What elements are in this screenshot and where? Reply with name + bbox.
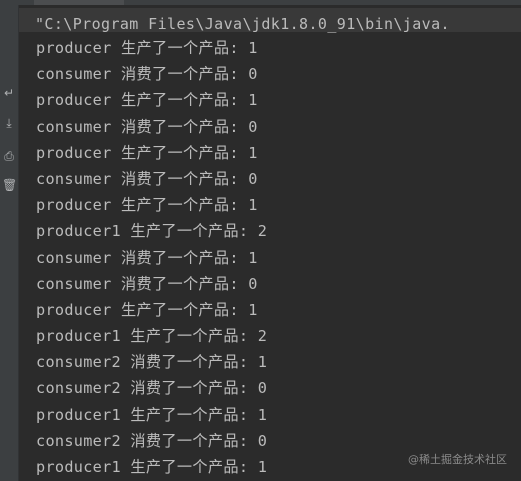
- console-line: producer 生产了一个产品: 1: [36, 39, 258, 57]
- console-line: consumer2 消费了一个产品: 0: [36, 431, 268, 450]
- command-line-row: "C:\Program Files\Java\jdk1.8.0_91\bin\j…: [19, 8, 521, 33]
- console-toolbar: ↵ ⤓ ⎙ 🗑: [0, 5, 19, 481]
- console-line: consumer 消费了一个产品: 1: [36, 248, 258, 267]
- soft-wrap-icon[interactable]: ↵: [2, 85, 16, 101]
- clear-icon[interactable]: 🗑: [2, 177, 17, 193]
- print-icon[interactable]: ⎙: [2, 148, 16, 164]
- output-lines: producer 生产了一个产品: 1 consumer 消费了一个产品: 0 pr…: [36, 35, 267, 480]
- console-line: consumer2 消费了一个产品: 1: [36, 353, 268, 372]
- console-line: consumer2 消费了一个产品: 0: [36, 379, 268, 398]
- console-line: consumer 消费了一个产品: 0: [36, 169, 258, 188]
- console-line: consumer 消费了一个产品: 0: [36, 65, 258, 84]
- console-line: producer 生产了一个产品: 1: [36, 91, 258, 110]
- console-line: consumer 消费了一个产品: 0: [36, 274, 258, 293]
- command-line: "C:\Program Files\Java\jdk1.8.0_91\bin\j…: [35, 15, 450, 33]
- console-line: producer1 生产了一个产品: 2: [36, 327, 268, 346]
- console-line: producer 生产了一个产品: 1: [36, 143, 258, 162]
- watermark: @稀土掘金技术社区: [408, 453, 507, 466]
- console-line: producer1 生产了一个产品: 1: [36, 405, 268, 424]
- console-line: producer 生产了一个产品: 1: [36, 196, 258, 215]
- scroll-to-end-icon[interactable]: ⤓: [2, 115, 16, 131]
- console-line: producer 生产了一个产品: 1: [36, 300, 258, 319]
- console-line: producer1 生产了一个产品: 1: [36, 458, 268, 476]
- console-output[interactable]: "C:\Program Files\Java\jdk1.8.0_91\bin\j…: [19, 5, 521, 481]
- console-line: consumer 消费了一个产品: 0: [36, 117, 258, 136]
- console-line: producer1 生产了一个产品: 2: [36, 222, 268, 241]
